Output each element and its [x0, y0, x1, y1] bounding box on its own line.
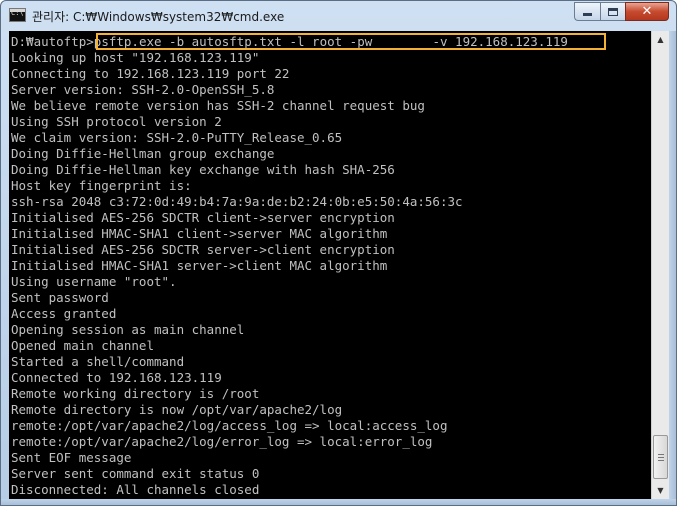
- maximize-button[interactable]: [600, 2, 625, 21]
- console-line: Access granted: [11, 306, 117, 321]
- console-line: Opened main channel: [11, 338, 154, 353]
- console-line: Remote directory is now /opt/var/apache2…: [11, 402, 343, 417]
- vertical-scrollbar[interactable]: ▲ ▼: [651, 31, 669, 499]
- console-line: Disconnected: All channels closed: [11, 482, 260, 497]
- scroll-down-button[interactable]: ▼: [652, 482, 669, 499]
- caption-buttons: ✕: [574, 2, 669, 22]
- console-line: We claim version: SSH-2.0-PuTTY_Release_…: [11, 130, 343, 145]
- console-line: Initialised AES-256 SDCTR server->client…: [11, 242, 395, 257]
- close-icon: ✕: [641, 4, 653, 19]
- console-output[interactable]: D:₩autoftp>psftp.exe -b autosftp.txt -l …: [9, 31, 651, 499]
- console-line: We believe remote version has SSH-2 chan…: [11, 98, 425, 113]
- console-line: Started a shell/command: [11, 354, 185, 369]
- console-line: Initialised HMAC-SHA1 client->server MAC…: [11, 226, 388, 241]
- grip-line: [658, 457, 664, 458]
- console-line: remote:/opt/var/apache2/log/error_log =>…: [11, 434, 433, 449]
- scroll-up-button[interactable]: ▲: [652, 31, 669, 48]
- console-line: Sent EOF message: [11, 450, 132, 465]
- console-line: Opening session as main channel: [11, 322, 245, 337]
- minimize-button[interactable]: [574, 2, 600, 21]
- window-frame-right: [669, 31, 676, 499]
- console-line: Remote working directory is /root: [11, 386, 260, 401]
- arrow-down-icon: ▼: [657, 486, 664, 495]
- title-bar[interactable]: 관리자: C:₩Windows₩system32₩cmd.exe ✕: [1, 1, 676, 31]
- console-line: Using SSH protocol version 2: [11, 114, 222, 129]
- console-line: remote:/opt/var/apache2/log/access_log =…: [11, 418, 448, 433]
- grip-line: [658, 460, 664, 461]
- command-highlight-box: [96, 33, 606, 50]
- console-line: ssh-rsa 2048 c3:72:0d:49:b4:7a:9a:de:b2:…: [11, 194, 463, 209]
- console-line: Using username "root".: [11, 274, 177, 289]
- console-line: Initialised HMAC-SHA1 server->client MAC…: [11, 258, 388, 273]
- console-line: Initialised AES-256 SDCTR client->server…: [11, 210, 395, 225]
- prompt: D:₩autoftp>: [11, 34, 94, 49]
- console-line: Connected to 192.168.123.119: [11, 370, 222, 385]
- console-line: Doing Diffie-Hellman group exchange: [11, 146, 275, 161]
- cmd-window: 관리자: C:₩Windows₩system32₩cmd.exe ✕ D:₩au…: [0, 0, 677, 506]
- grip-line: [658, 454, 664, 455]
- console-line: Server sent command exit status 0: [11, 466, 260, 481]
- close-button[interactable]: ✕: [625, 2, 669, 21]
- window-frame-bottom: [1, 499, 676, 505]
- arrow-up-icon: ▲: [657, 35, 664, 44]
- console-line: Server version: SSH-2.0-OpenSSH_5.8: [11, 82, 275, 97]
- maximize-icon: [608, 7, 618, 16]
- window-title: 관리자: C:₩Windows₩system32₩cmd.exe: [32, 10, 285, 24]
- console-line: Looking up host "192.168.123.119": [11, 50, 260, 65]
- scroll-thumb[interactable]: [653, 435, 668, 479]
- console-line: Sent password: [11, 290, 109, 305]
- console-line: Host key fingerprint is:: [11, 178, 192, 193]
- cmd-icon[interactable]: [9, 8, 26, 22]
- console-line: Doing Diffie-Hellman key exchange with h…: [11, 162, 395, 177]
- console-line: Connecting to 192.168.123.119 port 22: [11, 66, 290, 81]
- minimize-icon: [583, 13, 592, 16]
